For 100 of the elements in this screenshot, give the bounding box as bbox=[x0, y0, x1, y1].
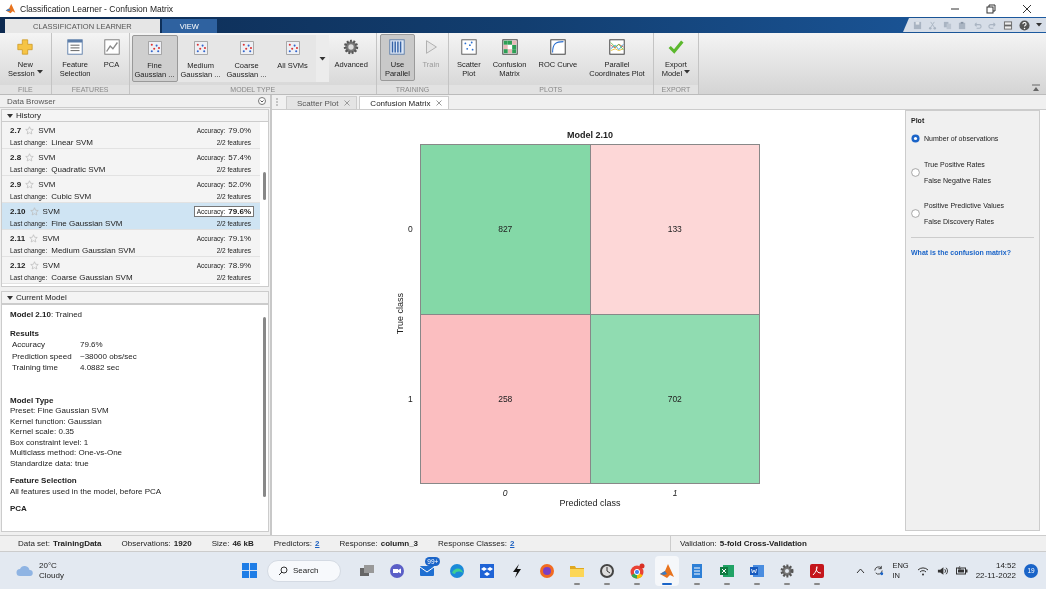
star-icon[interactable] bbox=[25, 125, 35, 135]
chart-icon bbox=[102, 38, 121, 56]
scrollbar-thumb[interactable] bbox=[262, 172, 266, 200]
accuracy-value: 52.0% bbox=[228, 179, 251, 189]
list-icon bbox=[66, 38, 85, 56]
last-change-value: Linear SVM bbox=[51, 137, 94, 147]
globe-icon bbox=[449, 562, 466, 579]
panel-title: Data Browser bbox=[7, 96, 56, 106]
last-change-value: Cubic SVM bbox=[51, 191, 92, 201]
result-value: 79.6% bbox=[80, 339, 104, 351]
star-icon[interactable] bbox=[25, 152, 35, 162]
accuracy-value: 78.9% bbox=[228, 260, 251, 270]
expand-icon bbox=[7, 295, 13, 300]
task-view-icon bbox=[359, 562, 376, 579]
speaker-icon[interactable] bbox=[936, 565, 948, 576]
chart-title: Model 2.10 bbox=[566, 130, 614, 142]
check-icon bbox=[666, 38, 685, 56]
section-heading: Model Type bbox=[10, 395, 55, 406]
tick-label: 1 bbox=[672, 488, 678, 498]
section-title: Current Model bbox=[16, 293, 67, 302]
model-number: 2.10 bbox=[10, 206, 26, 216]
scatter-icon bbox=[284, 40, 301, 56]
model-number: 2.8 bbox=[10, 152, 22, 162]
model-type: SVM bbox=[38, 125, 56, 135]
globe-icon bbox=[629, 562, 646, 579]
gallery-expand-icon[interactable] bbox=[318, 56, 326, 61]
status-label: Data set: bbox=[18, 539, 50, 548]
star-icon[interactable] bbox=[29, 206, 39, 216]
status-link[interactable]: 2 bbox=[510, 539, 515, 548]
status-label: Response: bbox=[339, 539, 378, 548]
scatter-icon bbox=[146, 40, 163, 56]
layout-icon[interactable] bbox=[1003, 20, 1013, 30]
model-type: SVM bbox=[38, 152, 56, 162]
last-change-value: Medium Gaussian SVM bbox=[51, 245, 136, 255]
help-icon[interactable] bbox=[1019, 19, 1030, 31]
matrix-cell: 133 bbox=[590, 145, 759, 314]
model-type: SVM bbox=[42, 260, 60, 270]
matrix-cell: 702 bbox=[590, 314, 759, 483]
last-change-value: Quadratic SVM bbox=[51, 164, 106, 174]
camera-icon bbox=[389, 562, 406, 579]
accuracy-value: 79.1% bbox=[228, 233, 251, 243]
detail-line: Kernel scale: 0.35 bbox=[10, 427, 76, 438]
radio-icon bbox=[911, 209, 920, 218]
tick-label: 1 bbox=[408, 394, 413, 404]
clock-icon bbox=[599, 562, 616, 579]
collapse-icon[interactable] bbox=[1032, 84, 1040, 92]
document-tab[interactable]: Confusion Matrix bbox=[359, 96, 450, 109]
caret-icon bbox=[684, 70, 691, 74]
search-button[interactable]: Search bbox=[267, 559, 342, 582]
model-type: SVM bbox=[38, 179, 56, 189]
close-icon[interactable] bbox=[1022, 3, 1032, 14]
status-value: TrainingData bbox=[53, 539, 102, 548]
radio-selected-icon bbox=[911, 134, 920, 143]
chevron-up-icon[interactable] bbox=[856, 567, 866, 574]
star-icon[interactable] bbox=[29, 260, 39, 270]
accuracy-value: 57.4% bbox=[228, 152, 251, 162]
matrix-cell: 258 bbox=[421, 314, 590, 483]
section-title: History bbox=[16, 111, 41, 120]
model-number: 2.11 bbox=[10, 233, 26, 243]
status-link[interactable]: 2 bbox=[315, 539, 320, 548]
restore-icon[interactable] bbox=[986, 3, 996, 14]
document-tab[interactable]: Scatter Plot bbox=[286, 96, 358, 109]
accuracy-value: 79.0% bbox=[228, 125, 251, 135]
status-value: 1920 bbox=[173, 539, 192, 548]
status-value: column_3 bbox=[380, 539, 419, 548]
star-icon[interactable] bbox=[29, 233, 39, 243]
sync-icon[interactable] bbox=[873, 565, 885, 576]
model-number: 2.7 bbox=[10, 125, 22, 135]
last-change-value: Fine Gaussian SVM bbox=[51, 218, 123, 228]
panel-menu-icon[interactable] bbox=[258, 97, 266, 105]
matrix-cell: 827 bbox=[421, 145, 590, 314]
temperature: 20°C bbox=[39, 560, 58, 571]
app-logo-icon bbox=[5, 3, 16, 14]
bars-icon bbox=[388, 38, 407, 56]
status-label: Predictors: bbox=[273, 539, 312, 548]
clock-time: 14:52 bbox=[995, 560, 1016, 571]
scatter-icon bbox=[459, 38, 478, 56]
globe-icon bbox=[539, 562, 556, 579]
star-icon[interactable] bbox=[25, 179, 35, 189]
model-type: SVM bbox=[42, 206, 60, 216]
radio-icon bbox=[911, 168, 920, 177]
model-number: 2.12 bbox=[10, 260, 26, 270]
detail-line: Multiclass method: One-vs-One bbox=[10, 448, 124, 459]
status-value: 46 kB bbox=[232, 539, 254, 548]
section-header[interactable]: History bbox=[1, 109, 269, 122]
caret-icon[interactable] bbox=[1036, 23, 1042, 27]
section-heading: PCA bbox=[10, 504, 28, 515]
section-header[interactable]: Current Model bbox=[1, 291, 269, 304]
expand-icon bbox=[7, 113, 13, 118]
curve-icon bbox=[548, 38, 567, 56]
detail-line: Preset: Fine Gaussian SVM bbox=[10, 406, 110, 417]
battery-icon[interactable] bbox=[955, 566, 968, 575]
model-status: Model 2.10: Trained bbox=[10, 310, 84, 321]
spreadsheet-icon bbox=[719, 562, 736, 579]
document-icon bbox=[809, 562, 826, 579]
status-value: 5-fold Cross-Validation bbox=[719, 539, 807, 548]
line-chart-icon bbox=[607, 38, 626, 56]
wifi-icon[interactable] bbox=[916, 565, 929, 576]
scrollbar-thumb[interactable] bbox=[262, 317, 266, 497]
clock-button[interactable]: 14:52 22-11-2022 bbox=[975, 560, 1016, 581]
